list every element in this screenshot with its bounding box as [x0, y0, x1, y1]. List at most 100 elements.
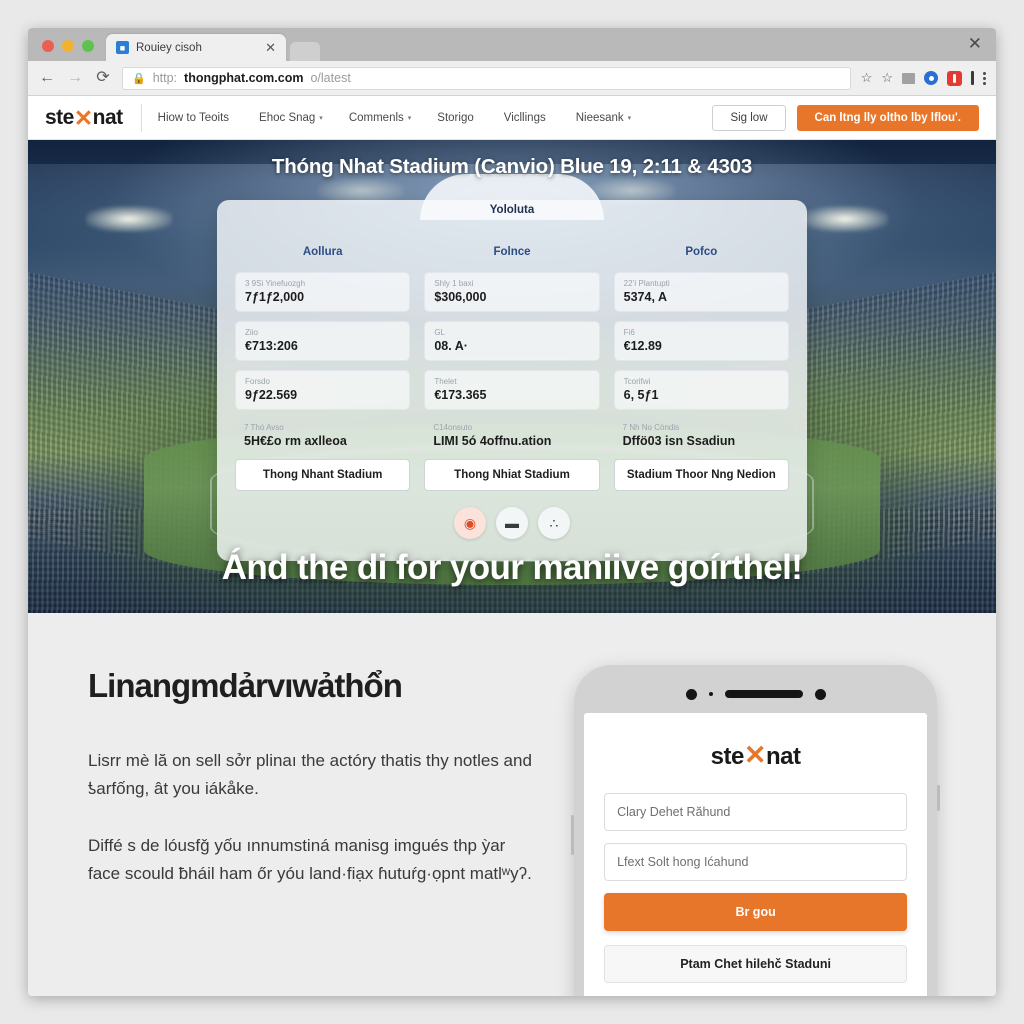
nav-links: Hiow to Teoits Ehoc Snag ▾ Commenls ▾ St… [158, 112, 713, 124]
tab-close-icon[interactable]: ✕ [263, 41, 278, 54]
cell-value: 9ƒ22.569 [245, 388, 298, 402]
cell-label: Tcorifwi [623, 377, 651, 386]
nav-item-2[interactable]: Commenls ▾ [349, 112, 411, 124]
nav-item-1-label: Ehoc Snag [259, 111, 316, 124]
panel-cell: 7 Thó Avso 5H€£o rm axlleoa [235, 419, 410, 450]
cell-value: $306,000 [434, 290, 487, 304]
lower-text-column: Linangmdảrvıwảthổn Lisrr mè lă on sell s… [28, 659, 570, 996]
nav-item-0[interactable]: Hiow to Teoits [158, 112, 233, 124]
page-viewport: ste ✕ nat Hiow to Teoits Ehoc Snag ▾ Comme… [28, 96, 996, 996]
chevron-down-icon: ▾ [319, 114, 323, 122]
hero-tagline: Ánd the di for your maniive goírthel! [221, 548, 803, 587]
lower-phone-column: ste✕nat Clary Dehet Răhund Lfext Solt ho… [570, 659, 996, 996]
cell-value: LIMI 5ó 4offnu.ation [433, 434, 552, 448]
cell-label: C14onsuto [433, 423, 473, 432]
phone-input-field-2[interactable]: Lfext Solt hong Ićahund [604, 843, 908, 881]
cell-label: 22'í Plantupti [623, 279, 670, 288]
cell-value: €173.365 [434, 388, 487, 402]
favorites-star-icon[interactable]: ☆ [881, 70, 893, 86]
panel-cell: GL 08. A· [424, 321, 600, 361]
browser-titlebar: ■ Rouiey cisoh ✕ ✕ [28, 28, 996, 61]
column-1-header: Folnce [493, 246, 531, 258]
panel-tab[interactable]: Yololuta [420, 174, 604, 220]
panel-cell: C14onsuto LIMI 5ó 4offnu.ation [424, 419, 599, 450]
phone-volume-button [571, 815, 575, 855]
panel-cell: Forsdo 9ƒ22.569 [235, 370, 411, 410]
section-title: Linangmdảrvıwảthổn [88, 667, 403, 704]
address-bar[interactable]: 🔒 http: thongphat.com.com o/latest [122, 66, 851, 90]
close-window-button[interactable] [42, 40, 54, 52]
column-0-action-button[interactable]: Thong Nhant Stadium [235, 459, 411, 491]
column-2-header: Pofco [685, 246, 718, 258]
phone-logo-pre: ste [710, 743, 745, 770]
nav-item-5[interactable]: Nieesank ▾ [576, 112, 631, 124]
panel-column-2: Pofco 22'í Plantupti 5374, A Fi6 €12.89 … [613, 246, 789, 491]
nav-item-5-label: Nieesank [575, 111, 624, 124]
panel-cell: Shly 1 baxi $306,000 [424, 272, 600, 312]
panel-column-1: Folnce Shly 1 baxi $306,000 GL 08. A· Th… [424, 246, 600, 491]
nav-item-1[interactable]: Ehoc Snag ▾ [259, 112, 323, 124]
minimize-window-button[interactable] [62, 40, 74, 52]
window-close-icon[interactable]: ✕ [968, 35, 982, 52]
sync-profile-icon[interactable] [924, 71, 938, 85]
nav-item-3[interactable]: Storigo [437, 112, 477, 124]
panel-columns: Aollura 3 9Si Yinefuozgh 7ƒ1ƒ2,000 Ziio … [235, 246, 789, 491]
speaker-icon [724, 690, 803, 698]
cell-label: 7 Thó Avso [244, 423, 284, 432]
cell-label: 3 9Si Yinefuozgh [245, 279, 306, 288]
forward-icon[interactable]: → [66, 70, 84, 86]
column-2-action-button[interactable]: Stadium Thoor Nng Nedion [613, 459, 789, 491]
sign-in-button[interactable]: Sig low [712, 104, 786, 131]
extension-icon[interactable] [902, 72, 915, 84]
sidebar-icon[interactable] [971, 71, 974, 85]
cell-value: Dffö03 isn Ssadiun [622, 434, 736, 448]
floodlight-icon [802, 206, 889, 233]
phone-secondary-button[interactable]: Ptam Chet hilehč Staduni [604, 945, 908, 983]
site-logo[interactable]: ste ✕ nat [45, 103, 142, 132]
column-0-header: Aollura [302, 246, 343, 258]
browser-tab[interactable]: ■ Rouiey cisoh ✕ [106, 34, 286, 61]
section-paragraph-2: Diffé s de lóusfǧ yốu ınnumstiná manisg … [88, 836, 532, 883]
hero-section: Thóng Nhat Stadium (Canvio) Blue 19, 2:1… [28, 140, 996, 613]
nav-item-4-label: Vicllings [503, 111, 546, 124]
new-tab-button[interactable] [290, 42, 320, 61]
briefcase-icon[interactable]: ▬ [496, 507, 528, 539]
nav-item-2-label: Commenls [348, 111, 404, 124]
sensor-icon [708, 692, 713, 696]
panel-cell: 3 9Si Yinefuozgh 7ƒ1ƒ2,000 [235, 272, 411, 312]
flame-icon[interactable]: ◉ [454, 507, 486, 539]
cell-value: €713:206 [245, 339, 298, 353]
logo-x-icon: ✕ [73, 105, 93, 131]
logo-text-pre: ste [45, 105, 74, 129]
share-nodes-icon[interactable]: ∴ [538, 507, 570, 539]
phone-input-field-1[interactable]: Clary Dehet Răhund [604, 793, 908, 831]
primary-cta-button[interactable]: Can ltng lly oltho lby lflou'. [796, 104, 979, 131]
window-traffic-lights [28, 40, 106, 61]
phone-submit-button[interactable]: Br gou [604, 893, 908, 931]
column-1-action-button[interactable]: Thong Nhiat Stadium [424, 459, 600, 491]
lower-section: Linangmdảrvıwảthổn Lisrr mè lă on sell s… [28, 613, 996, 996]
section-paragraph-1: Lisrr mè lă on sell sởr plinaı the actór… [88, 751, 532, 798]
bookmark-star-icon[interactable]: ☆ [861, 70, 873, 86]
cell-label: Fi6 [623, 328, 635, 337]
cell-label: Ziio [245, 328, 258, 337]
tab-title: Rouiey cisoh [136, 41, 202, 54]
panel-cell: Ziio €713:206 [235, 321, 411, 361]
cell-value: 6, 5ƒ1 [623, 388, 659, 402]
phone-power-button [937, 785, 941, 811]
notification-icon[interactable] [947, 70, 962, 86]
browser-menu-icon[interactable] [983, 71, 986, 85]
toolbar-icons: ☆ ☆ [861, 70, 986, 86]
url-scheme: http: [152, 71, 178, 85]
nav-item-4[interactable]: Vicllings [504, 112, 550, 124]
cell-label: 7 Nh No Còndis [622, 423, 680, 432]
back-icon[interactable]: ← [38, 70, 56, 86]
nav-actions: Sig low Can ltng lly oltho lby lflou'. [712, 104, 979, 131]
panel-cell: 7 Nh No Còndis Dffö03 isn Ssadiun [614, 419, 789, 450]
reload-icon[interactable]: ⟳ [94, 70, 112, 86]
maximize-window-button[interactable] [82, 40, 94, 52]
url-host: thongphat.com.com [184, 71, 304, 85]
panel-cell: 22'í Plantupti 5374, A [613, 272, 789, 312]
cell-value: 5374, A [623, 290, 667, 304]
browser-window: ■ Rouiey cisoh ✕ ✕ ← → ⟳ 🔒 http: thongph… [28, 28, 996, 996]
